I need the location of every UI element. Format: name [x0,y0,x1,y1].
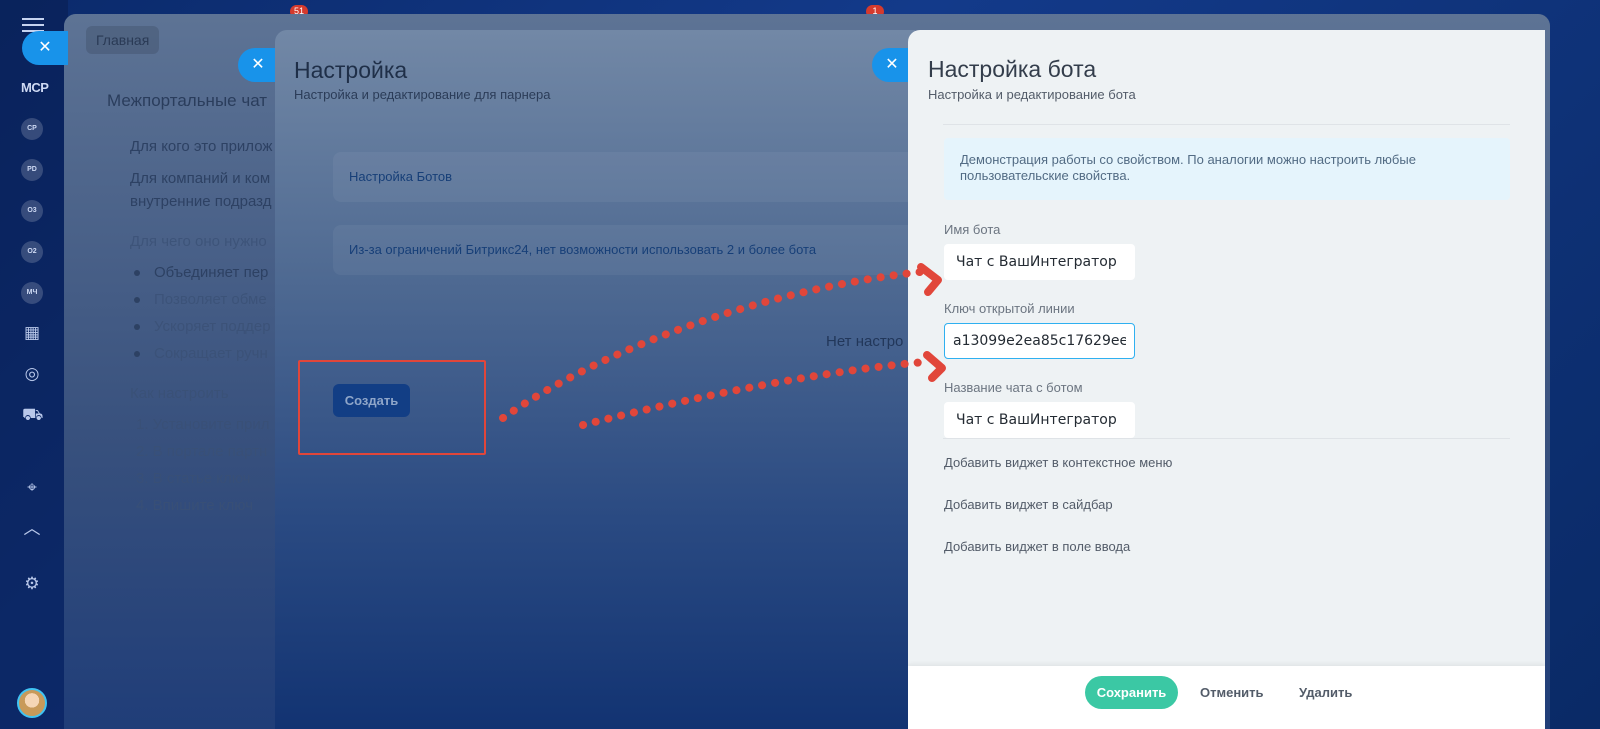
close-icon: ✕ [885,56,899,73]
map-pin-icon[interactable]: ⌖ [22,478,42,498]
gear-icon[interactable]: ⚙ [22,574,42,594]
annotation-highlight-box [298,360,486,455]
list-item: 2. В портале партн [136,443,268,460]
card-bots-settings[interactable]: Настройка Ботов [333,152,915,202]
paragraph: внутренние подразд [130,193,272,210]
divider [943,124,1510,125]
list-item: 4. Впишите ключ [136,497,254,514]
sidebar-item-avatar[interactable]: О2 [21,241,43,263]
left-sidebar: МСР СР PD О3 О2 МЧ ▦ ◎ ⛟ ⌖ ︿ ⚙ [0,0,68,729]
list-item: Ускоряет поддер [154,318,271,335]
close-icon: ✕ [38,39,52,56]
list-item: Объединяет пер [154,264,269,281]
divider [943,438,1510,439]
widget-context-menu-option[interactable]: Добавить виджет в контекстное меню [944,455,1172,470]
paragraph: Для компаний и ком [130,170,271,187]
sidebar-item-avatar[interactable]: МЧ [21,282,43,304]
slider-bot-settings: Настройка бота Настройка и редактировани… [908,30,1545,729]
page-title: Настройка [294,57,408,83]
sidebar-item-avatar[interactable]: СР [21,118,43,140]
target-icon[interactable]: ◎ [22,364,42,384]
list-item: Сокращает ручн [154,345,268,362]
widget-input-field-option[interactable]: Добавить виджет в поле ввода [944,539,1130,554]
chevron-up-icon[interactable]: ︿ [22,519,42,539]
cart-icon[interactable]: ⛟ [22,405,43,425]
bullet-icon [134,270,140,276]
sidebar-item-mcp[interactable]: МСР [21,80,49,95]
info-notice: Демонстрация работы со свойством. По ана… [944,138,1510,200]
bullet-icon [134,297,140,303]
cancel-button[interactable]: Отменить [1200,676,1264,709]
close-icon: ✕ [251,56,265,73]
breadcrumb-home[interactable]: Главная [86,26,160,54]
bot-name-input[interactable] [944,244,1135,280]
bullet-icon [134,351,140,357]
paragraph: Для кого это прилож [130,138,273,155]
list-item: Позволяет обме [154,291,267,308]
widget-sidebar-option[interactable]: Добавить виджет в сайдбар [944,497,1113,512]
empty-state-text: Нет настро [826,333,904,350]
close-slider-button[interactable]: ✕ [238,48,278,82]
paragraph: Для чего оно нужно [130,233,267,250]
chat-name-label: Название чата с ботом [944,380,1083,395]
chat-name-input[interactable] [944,402,1135,438]
page-title: Межпортальные чат [107,91,268,110]
list-item: 3. В статье ключ [136,470,251,487]
page-subtitle: Настройка и редактирование бота [928,87,1136,102]
line-key-label: Ключ открытой линии [944,301,1075,316]
line-key-input[interactable] [944,323,1135,359]
save-button[interactable]: Сохранить [1085,676,1178,709]
paragraph: Как настроить [130,385,229,402]
slider-settings: Настройка Настройка и редактирование для… [275,30,915,729]
building-icon[interactable]: ▦ [22,323,42,343]
bullet-icon [134,324,140,330]
card-limit-notice: Из-за ограничений Битрикс24, нет возможн… [333,225,915,275]
close-slider-button[interactable]: ✕ [22,31,68,65]
sidebar-item-avatar[interactable]: О3 [21,200,43,222]
list-item: 1. Установите прил [136,416,270,433]
sidebar-item-avatar[interactable]: PD [21,159,43,181]
page-title: Настройка бота [928,56,1097,82]
page-subtitle: Настройка и редактирование для парнера [294,87,551,102]
bot-name-label: Имя бота [944,222,1001,237]
delete-button[interactable]: Удалить [1299,676,1352,709]
footer-bar: Сохранить Отменить Удалить [908,666,1545,729]
user-avatar[interactable] [17,688,47,718]
close-slider-button[interactable]: ✕ [872,48,912,82]
